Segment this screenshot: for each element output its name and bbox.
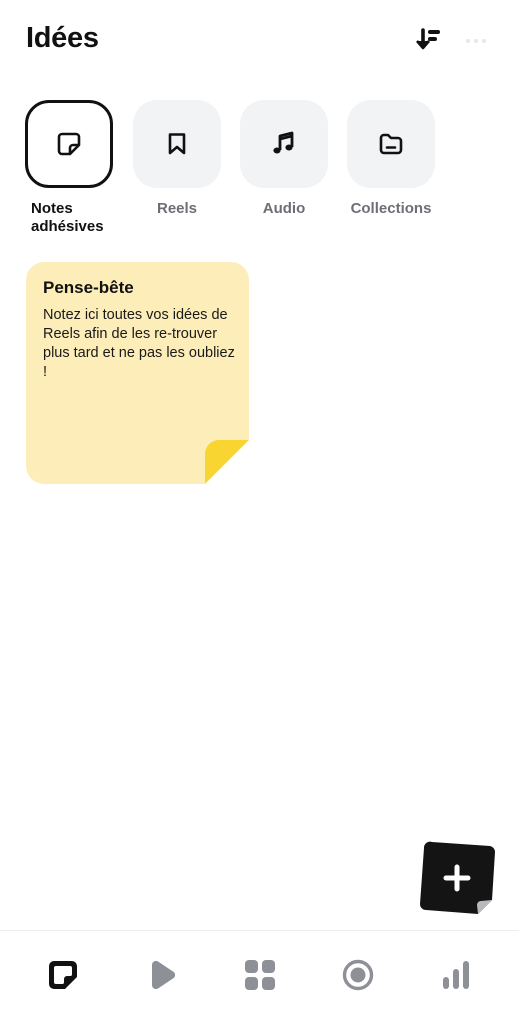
tab-stats[interactable] [436,955,476,995]
category-reels[interactable]: Reels [122,100,232,218]
category-selector: Notes adhésives Reels Audio Collections [0,100,519,240]
tab-record[interactable] [338,955,378,995]
category-label: Audio [262,200,306,217]
tab-grid[interactable] [240,955,280,995]
sticky-note-icon [57,132,81,156]
record-icon [342,959,374,991]
category-sticky-notes[interactable]: Notes adhésives [14,100,124,236]
tab-notes[interactable] [43,955,83,995]
folder-icon [379,133,403,155]
music-note-icon [273,131,294,154]
more-dot-icon [482,39,486,43]
header: Idées [0,0,519,90]
category-collections[interactable]: Collections [336,100,446,218]
play-icon [151,960,176,990]
category-tile[interactable] [347,100,435,188]
category-audio[interactable]: Audio [229,100,339,218]
grid-icon [245,960,275,990]
bookmark-icon [168,133,186,155]
add-note-button[interactable] [418,840,496,916]
category-tile[interactable] [25,100,113,188]
more-dot-icon [466,39,470,43]
sort-icon [416,28,440,50]
page-curl-icon [205,440,249,484]
category-label: Reels [156,200,198,217]
plus-icon [420,841,496,914]
bottom-tab-bar [0,930,519,1025]
category-tile[interactable] [133,100,221,188]
note-title: Pense-bête [43,278,134,297]
tab-reels[interactable] [141,955,181,995]
bar-chart-icon [443,961,469,989]
more-dot-icon [474,39,478,43]
sticky-note-icon [49,961,77,989]
sticky-note-card[interactable]: Pense-bête Notez ici toutes vos idées de… [26,262,249,484]
category-label: Collections [350,200,432,217]
category-label: Notes adhésives [31,200,104,235]
category-tile[interactable] [240,100,328,188]
note-body: Notez ici toutes vos idées de Reels afin… [43,307,235,380]
sort-button[interactable] [411,24,445,58]
more-options-button[interactable] [456,28,496,54]
page-title: Idées [26,22,99,54]
